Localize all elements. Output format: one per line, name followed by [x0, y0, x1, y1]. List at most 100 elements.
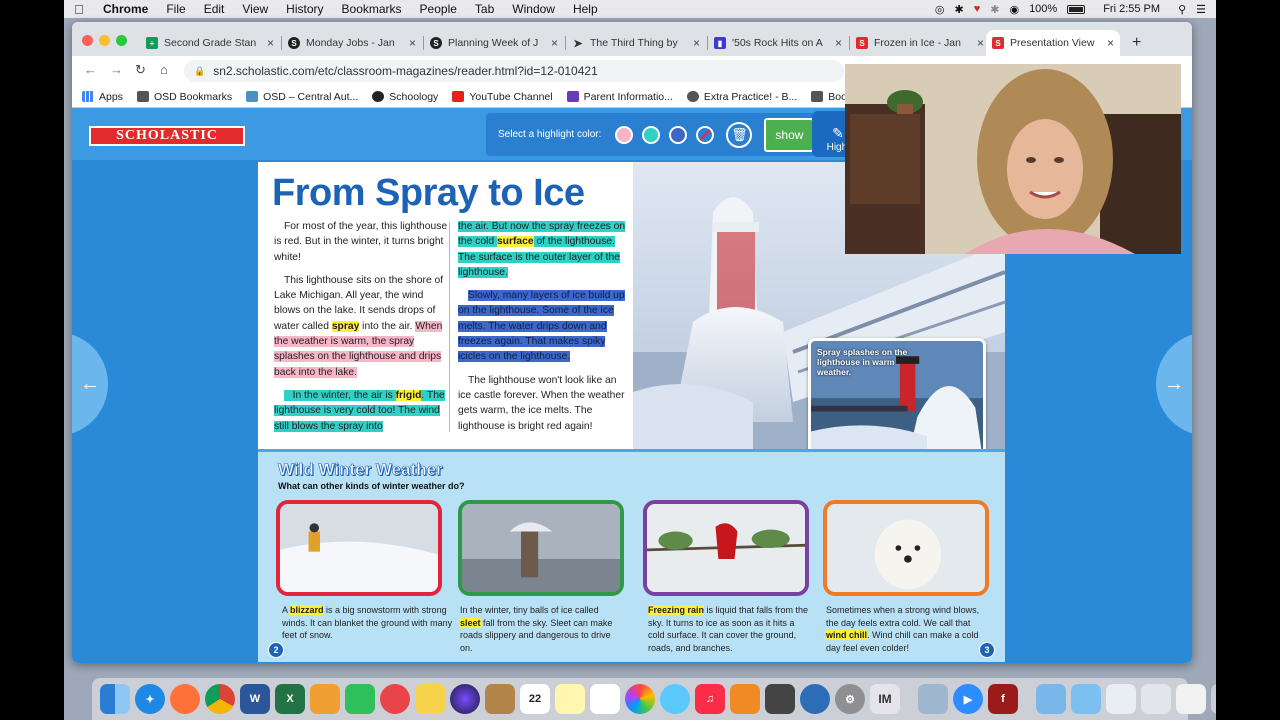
- wind-chill-photo-card[interactable]: [823, 500, 989, 596]
- back-arrow-icon[interactable]: ←: [84, 62, 97, 77]
- menu-history[interactable]: History: [277, 2, 332, 16]
- documents-stack-icon[interactable]: [1106, 684, 1136, 714]
- close-window-button[interactable]: [82, 35, 93, 46]
- highlight-teal-swatch[interactable]: [642, 125, 661, 144]
- tab-second-grade[interactable]: + Second Grade Stan ×: [140, 30, 280, 56]
- control-menu-icon[interactable]: ☰: [1196, 3, 1206, 16]
- paragraph-2[interactable]: This lighthouse sits on the shore of Lak…: [274, 273, 448, 380]
- bluetooth-icon[interactable]: ✱: [990, 3, 999, 16]
- highlight-none-swatch[interactable]: [696, 125, 715, 144]
- clock[interactable]: Fri 2:55 PM: [1103, 3, 1160, 15]
- close-tab-icon[interactable]: ×: [835, 36, 842, 50]
- menu-file[interactable]: File: [157, 2, 194, 16]
- calculator-icon[interactable]: [765, 684, 795, 714]
- freezing-rain-photo-card[interactable]: [643, 500, 809, 596]
- scholastic-logo[interactable]: SCHOLASTIC: [89, 126, 245, 146]
- notebook-icon[interactable]: [485, 684, 515, 714]
- vocab-word[interactable]: surface: [496, 236, 534, 248]
- bookmark-apps[interactable]: Apps: [82, 91, 123, 103]
- applications-folder-icon[interactable]: [1071, 684, 1101, 714]
- bookmark-extra-practice[interactable]: Extra Practice! - B...: [686, 91, 797, 103]
- menu-edit[interactable]: Edit: [195, 2, 234, 16]
- firefox-icon[interactable]: [170, 684, 200, 714]
- highlighted-text-blue[interactable]: Slowly, many layers of ice build up on t…: [458, 290, 625, 363]
- downloads-folder-icon[interactable]: [1036, 684, 1066, 714]
- creative-cloud-icon[interactable]: [380, 684, 410, 714]
- vocab-word[interactable]: blizzard: [290, 605, 324, 615]
- flash-player-icon[interactable]: f: [988, 684, 1018, 714]
- screenshots-stack-icon[interactable]: [1141, 684, 1171, 714]
- calendar-icon[interactable]: 22: [520, 684, 550, 714]
- menu-help[interactable]: Help: [564, 2, 607, 16]
- battery-icon[interactable]: [1067, 4, 1086, 14]
- system-preferences-icon[interactable]: ⚙: [835, 684, 865, 714]
- warm-weather-inset-photo[interactable]: Spray splashes on the lighthouse in warm…: [808, 338, 986, 463]
- bookmark-osd-central[interactable]: OSD – Central Aut...: [246, 91, 358, 103]
- highlight-pink-swatch[interactable]: [615, 125, 634, 144]
- paragraph-1[interactable]: For most of the year, this lighthouse is…: [274, 219, 448, 265]
- tab-presentation-view[interactable]: S Presentation View ×: [986, 30, 1120, 56]
- finder-icon[interactable]: [100, 684, 130, 714]
- wifi-icon[interactable]: ◉: [1009, 3, 1019, 16]
- menu-view[interactable]: View: [233, 2, 277, 16]
- highlighted-text-teal[interactable]: In the winter, the air is frigid. The li…: [274, 389, 445, 432]
- word-icon[interactable]: W: [240, 684, 270, 714]
- sleet-photo-card[interactable]: [458, 500, 624, 596]
- webcam-video-overlay[interactable]: [845, 64, 1181, 254]
- trash-icon[interactable]: [1211, 684, 1216, 714]
- highlight-blue-swatch[interactable]: [669, 125, 688, 144]
- paragraph-4[interactable]: Slowly, many layers of ice build up on t…: [458, 288, 632, 364]
- chrome-icon[interactable]: [205, 684, 235, 714]
- zoom-window-button[interactable]: [116, 35, 127, 46]
- close-tab-icon[interactable]: ×: [977, 36, 984, 50]
- paragraph-3-continued[interactable]: the air. But now the spray freezes on th…: [458, 219, 632, 280]
- notes-icon[interactable]: [555, 684, 585, 714]
- tab-planning-week[interactable]: S Planning Week of J ×: [424, 30, 564, 56]
- files-stack-icon[interactable]: [1176, 684, 1206, 714]
- menu-app-name[interactable]: Chrome: [94, 2, 157, 16]
- freezing-rain-description[interactable]: Freezing rain is liquid that falls from …: [648, 604, 813, 654]
- photos-icon[interactable]: [625, 684, 655, 714]
- forward-arrow-icon[interactable]: →: [110, 62, 123, 77]
- messages-icon[interactable]: [660, 684, 690, 714]
- vocab-word[interactable]: frigid: [395, 389, 422, 401]
- music-icon[interactable]: ♫: [695, 684, 725, 714]
- books-icon[interactable]: [730, 684, 760, 714]
- bookmark-schoology[interactable]: Schoology: [372, 91, 438, 103]
- lock-icon[interactable]: 🔒: [194, 66, 205, 77]
- menu-bookmarks[interactable]: Bookmarks: [333, 2, 411, 16]
- show-highlights-button[interactable]: show: [764, 117, 815, 152]
- spotlight-search-icon[interactable]: ⚲: [1178, 3, 1186, 16]
- reminders-icon[interactable]: [590, 684, 620, 714]
- heart-icon[interactable]: ♥: [974, 3, 981, 15]
- close-tab-icon[interactable]: ×: [1107, 36, 1114, 50]
- paragraph-5[interactable]: The lighthouse won't look like an ice ca…: [458, 373, 632, 434]
- preview-icon[interactable]: [918, 684, 948, 714]
- reload-icon[interactable]: ↻: [135, 62, 146, 78]
- bookmark-youtube[interactable]: YouTube Channel: [452, 91, 553, 103]
- blizzard-description[interactable]: A blizzard is a big snowstorm with stron…: [282, 604, 454, 642]
- menu-people[interactable]: People: [411, 2, 466, 16]
- tab-50s-rock-hits[interactable]: ▮ '50s Rock Hits on A ×: [708, 30, 848, 56]
- highlighted-text-teal[interactable]: the air. But now the spray freezes on th…: [458, 221, 626, 278]
- vocab-word[interactable]: wind chill: [826, 630, 868, 640]
- numbers-icon[interactable]: [345, 684, 375, 714]
- trash-icon[interactable]: 🗑: [726, 121, 753, 148]
- close-tab-icon[interactable]: ×: [267, 36, 274, 50]
- close-tab-icon[interactable]: ×: [409, 36, 416, 50]
- zoom-icon[interactable]: ▶: [953, 684, 983, 714]
- settings-gear-icon[interactable]: ✱: [954, 3, 963, 16]
- paragraph-3[interactable]: In the winter, the air is frigid. The li…: [274, 388, 448, 434]
- vocab-word[interactable]: spray: [331, 320, 360, 332]
- apple-menu-icon[interactable]: : [64, 2, 94, 17]
- minimize-window-button[interactable]: [99, 35, 110, 46]
- stickies-icon[interactable]: [415, 684, 445, 714]
- bookmark-parent-info[interactable]: Parent Informatio...: [566, 91, 673, 103]
- vocab-word[interactable]: Freezing rain: [648, 605, 705, 615]
- close-tab-icon[interactable]: ×: [551, 36, 558, 50]
- siri-icon[interactable]: [450, 684, 480, 714]
- home-icon[interactable]: ⌂: [160, 62, 168, 77]
- screen-share-icon[interactable]: ◎: [935, 3, 945, 16]
- pages-icon[interactable]: [310, 684, 340, 714]
- vocab-word[interactable]: sleet: [460, 617, 481, 628]
